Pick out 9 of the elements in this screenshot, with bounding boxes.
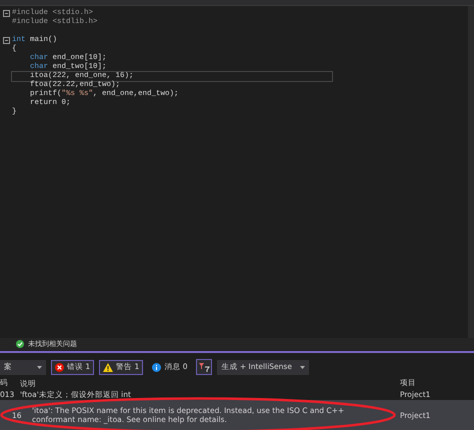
caret-icon — [300, 366, 306, 369]
info-icon — [152, 362, 162, 372]
collapse-icon[interactable] — [2, 36, 10, 44]
filter-icon[interactable] — [196, 359, 212, 376]
warning-icon — [103, 362, 114, 372]
error-icon — [55, 362, 64, 372]
collapse-icon[interactable] — [2, 10, 10, 17]
check-icon — [16, 340, 24, 348]
caret-icon — [37, 366, 42, 369]
